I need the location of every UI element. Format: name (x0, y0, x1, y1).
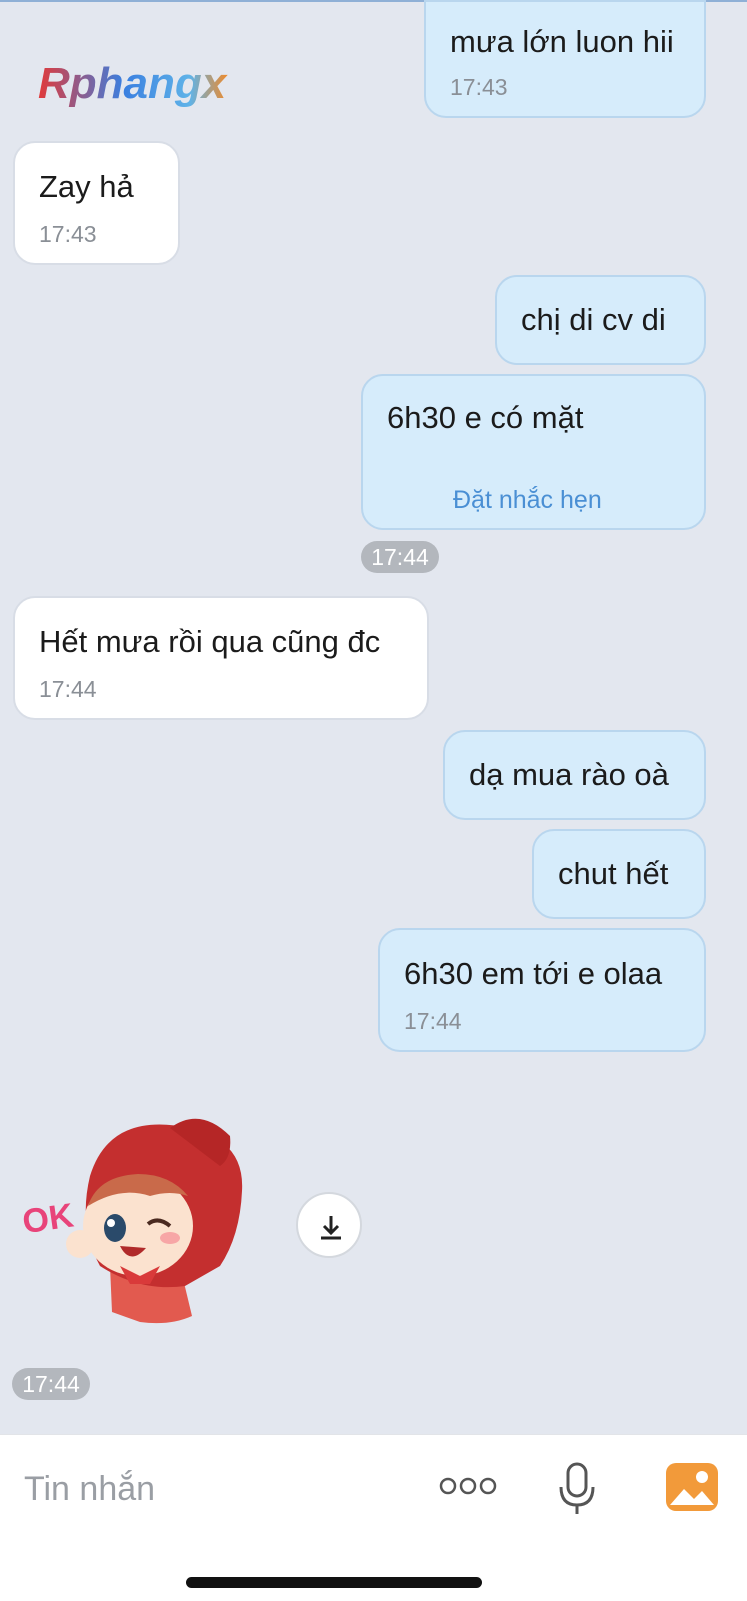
message-time: 17:44 (39, 676, 97, 702)
message-time: 17:44 (404, 1008, 462, 1034)
outgoing-message[interactable]: 6h30 em tới e olaa 17:44 (378, 928, 706, 1052)
incoming-message[interactable]: Hết mưa rồi qua cũng đc 17:44 (13, 596, 429, 720)
message-time: 17:43 (39, 221, 97, 247)
message-text: dạ mua rào oà (469, 757, 669, 792)
gallery-icon[interactable] (664, 1461, 720, 1518)
message-time: 17:43 (450, 74, 508, 100)
message-composer: Tin nhắn (0, 1434, 747, 1601)
svg-text:Rphangx: Rphangx (38, 59, 228, 108)
incoming-message[interactable]: Zay hả 17:43 (13, 141, 180, 265)
outgoing-message[interactable]: chut hết (532, 829, 706, 919)
message-input[interactable]: Tin nhắn (24, 1469, 155, 1509)
message-text: chut hết (558, 856, 669, 891)
microphone-icon[interactable] (555, 1461, 599, 1522)
sticker-girl-red-hood[interactable]: OK (20, 1116, 260, 1356)
download-button[interactable] (296, 1192, 362, 1258)
outgoing-message[interactable]: chị di cv di (495, 275, 706, 365)
message-text: 6h30 e có mặt (387, 400, 584, 435)
home-indicator (186, 1577, 482, 1588)
message-text: Zay hả (39, 169, 134, 204)
watermark-logo: Rphangx (36, 58, 266, 110)
outgoing-message[interactable]: mưa lớn luon hii 17:43 (424, 0, 706, 118)
message-text: mưa lớn luon hii (450, 24, 674, 59)
message-text: 6h30 em tới e olaa (404, 956, 663, 991)
outgoing-message[interactable]: 6h30 e có mặt Đặt nhắc hẹn (361, 374, 706, 530)
time-pill: 17:44 (361, 541, 439, 573)
time-pill: 17:44 (12, 1368, 90, 1400)
message-text: Hết mưa rồi qua cũng đc (39, 624, 381, 659)
more-dots-icon[interactable] (438, 1475, 498, 1502)
outgoing-message[interactable]: dạ mua rào oà (443, 730, 706, 820)
message-text: chị di cv di (521, 302, 666, 337)
sticker-ok-text: OK (20, 1196, 76, 1241)
set-reminder-link[interactable]: Đặt nhắc hẹn (453, 486, 602, 514)
